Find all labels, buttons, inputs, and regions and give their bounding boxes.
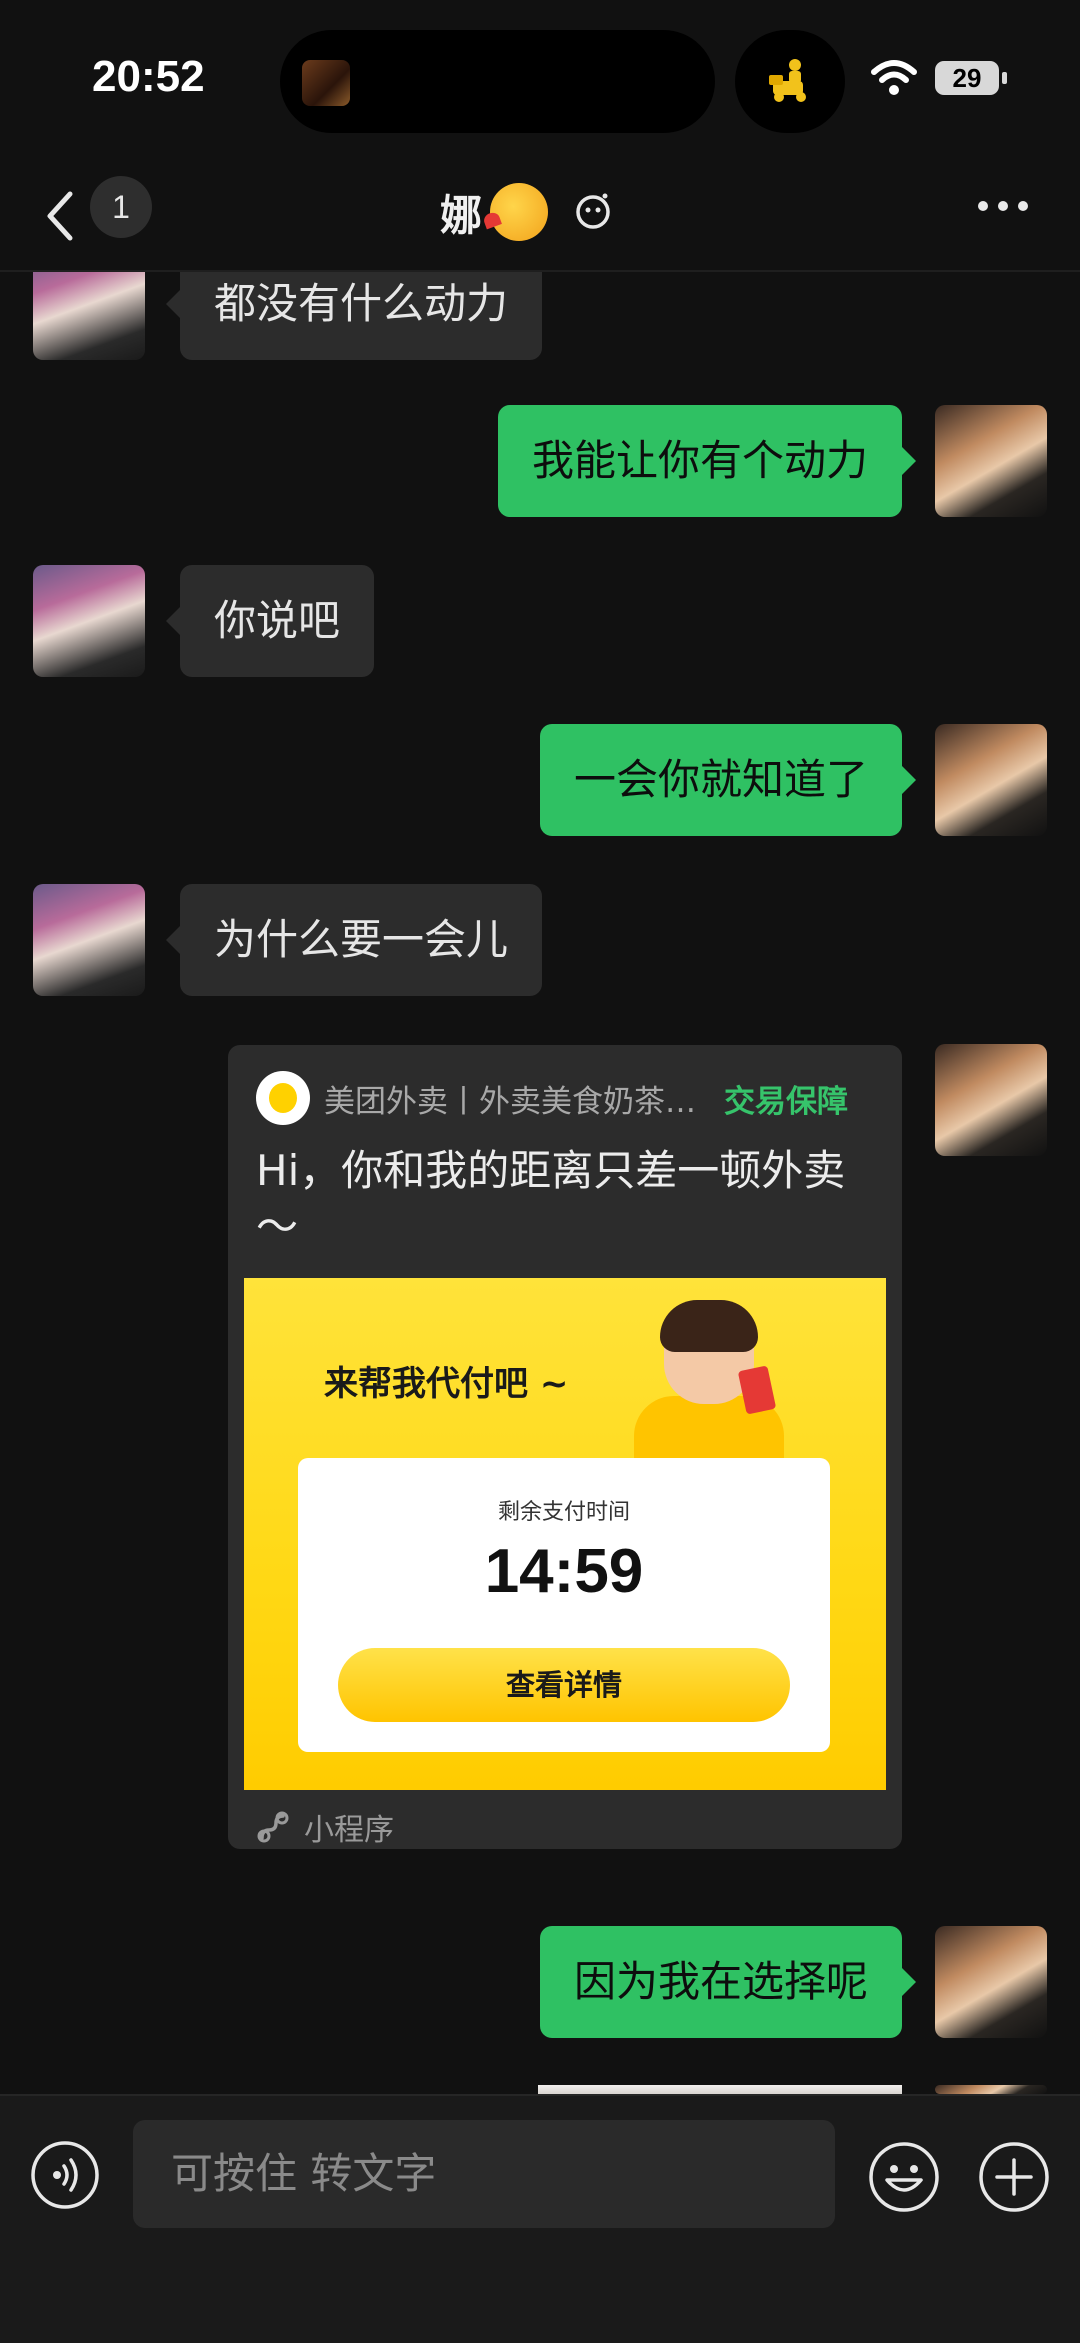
message-bubble-received[interactable]: 都没有什么动力 [165,272,543,360]
mini-program-card[interactable]: 美团外卖丨外卖美食奶茶… 交易保障 Hi，你和我的距离只差一顿外卖～ 来帮我代付… [228,1045,902,1849]
self-avatar[interactable] [935,2085,1047,2094]
countdown-timer: 14:59 [484,1537,644,1606]
contact-name: 娜 [440,190,483,240]
mascot-illustration [634,1300,784,1484]
contact-avatar[interactable] [33,884,145,996]
contact-avatar[interactable] [33,272,145,360]
countdown-panel: 剩余支付时间 14:59 查看详情 [298,1458,830,1752]
more-options-icon[interactable] [975,196,1031,216]
self-avatar[interactable] [935,1926,1047,2038]
input-bar: 可按住 转文字 [0,2094,1080,2343]
status-smiley-icon [576,193,610,229]
message-bubble-sent[interactable]: 一会你就知道了 [539,724,917,836]
message-bubble-received[interactable]: 你说吧 [165,565,375,677]
mini-program-footer-label: 小程序 [304,1813,394,1848]
self-avatar[interactable] [935,1044,1047,1156]
message-bubble-sent[interactable]: 因为我在选择呢 [539,1926,917,2038]
status-time: 20:52 [92,52,205,101]
pay-for-me-banner[interactable]: 来帮我代付吧 ~ 剩余支付时间 14:59 查看详情 [244,1278,886,1790]
card-header: 美团外卖丨外卖美食奶茶… 交易保障 [256,1071,876,1125]
promo-title: 来帮我代付吧 ~ [324,1364,569,1404]
delivery-rider-icon [769,59,806,102]
battery-tip [1002,72,1007,84]
view-details-button[interactable]: 查看详情 [338,1648,790,1722]
image-message-peek[interactable] [538,2085,902,2094]
mini-program-name: 美团外卖丨外卖美食奶茶… [324,1083,696,1120]
emoji-icon[interactable] [867,2140,941,2214]
card-footer: 小程序 [256,1805,394,1849]
live-activity-pill[interactable] [735,30,845,133]
back-chevron-icon[interactable] [40,188,80,244]
voice-input-icon[interactable] [30,2140,100,2210]
contact-avatar[interactable] [33,565,145,677]
card-message: Hi，你和我的距离只差一顿外卖～ [256,1146,846,1251]
meituan-logo-icon [256,1071,310,1125]
message-bubble-sent[interactable]: 我能让你有个动力 [497,405,917,517]
unread-count-badge[interactable]: 1 [90,176,152,238]
message-input[interactable]: 可按住 转文字 [133,2120,835,2228]
plus-icon[interactable] [977,2140,1051,2214]
chat-title[interactable]: 娜 [440,182,612,242]
media-thumbnail-icon [302,60,350,106]
status-bar: 20:52 29 [0,0,1080,160]
trade-guarantee-label: 交易保障 [724,1083,848,1120]
message-bubble-received[interactable]: 为什么要一会儿 [165,884,543,996]
wifi-icon [871,60,917,95]
mini-program-link-icon [257,1811,289,1843]
self-avatar[interactable] [935,724,1047,836]
dynamic-island[interactable] [280,30,715,133]
battery-level: 29 [935,61,999,95]
self-avatar[interactable] [935,405,1047,517]
smiling-face-with-hearts-icon [490,183,549,241]
countdown-label: 剩余支付时间 [497,1500,630,1525]
